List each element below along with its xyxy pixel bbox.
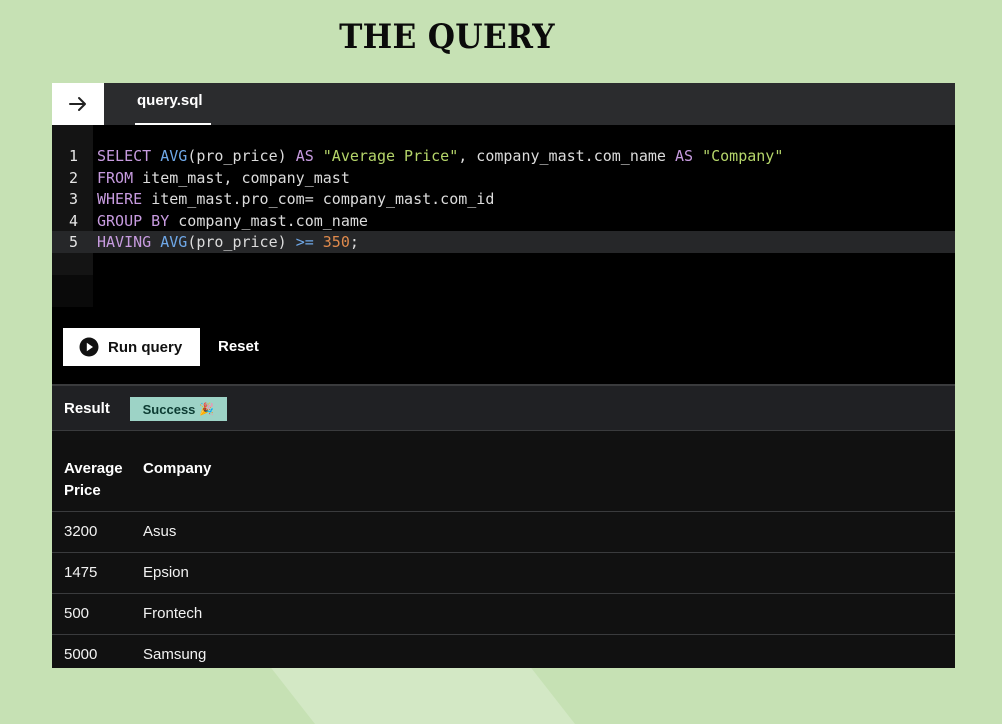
- cell-average-price: 3200: [64, 523, 98, 540]
- code-text: FROM item_mast, company_mast: [97, 167, 350, 189]
- code-token: WHERE: [97, 190, 152, 208]
- table-row: 3200 Asus: [52, 512, 955, 553]
- code-text: GROUP BY company_mast.com_name: [97, 210, 368, 232]
- code-token: "Average Price": [322, 147, 459, 165]
- cell-company: Epsion: [143, 564, 189, 581]
- code-token: (pro_price): [187, 233, 296, 251]
- cell-average-price: 1475: [64, 564, 98, 581]
- table-row: 500 Frontech: [52, 594, 955, 635]
- code-token: FROM: [97, 168, 143, 187]
- code-token: item_mast.pro_com= company_mast.com_id: [151, 190, 495, 208]
- line-number: 1: [68, 147, 78, 165]
- cell-average-price: 500: [64, 605, 90, 622]
- cell-company: Samsung: [143, 646, 207, 663]
- line-number: 2: [68, 168, 78, 187]
- code-text: HAVING AVG(pro_price) >= 350;: [97, 231, 359, 253]
- code-token: AVG: [160, 147, 188, 165]
- party-popper-icon: 🎉: [199, 402, 215, 416]
- run-query-button[interactable]: Run query: [63, 328, 200, 366]
- code-token: , company_mast.com_name: [458, 147, 675, 165]
- tab-query-sql[interactable]: query.sql: [135, 83, 211, 125]
- code-token: AS: [295, 147, 323, 165]
- code-editor[interactable]: 1 SELECT AVG(pro_price) AS "Average Price…: [52, 125, 955, 307]
- code-line[interactable]: 4 GROUP BY company_mast.com_name: [52, 210, 955, 232]
- table-header-row: Average Price Company: [52, 431, 955, 512]
- cell-average-price: 5000: [64, 646, 98, 663]
- success-badge: Success 🎉: [130, 397, 227, 421]
- result-header: Result Success 🎉: [52, 386, 955, 431]
- run-query-label: Run query: [108, 338, 183, 356]
- line-number: 4: [68, 211, 78, 230]
- code-token: SELECT: [97, 147, 161, 165]
- line-number: 3: [68, 190, 78, 208]
- sql-editor-panel: query.sql 1 SELECT AVG(pro_price) AS "Ave…: [52, 83, 955, 668]
- result-label: Result: [64, 400, 110, 417]
- play-circle-icon: [79, 337, 99, 357]
- code-token: HAVING: [97, 233, 161, 251]
- arrow-right-icon[interactable]: [52, 83, 104, 125]
- gutter-bottom: [52, 275, 93, 307]
- editor-tab-bar: query.sql: [52, 83, 955, 125]
- code-line[interactable]: 2 FROM item_mast, company_mast: [52, 167, 955, 189]
- column-header-average-price: Average Price: [64, 458, 123, 502]
- code-token: AVG: [160, 233, 188, 251]
- code-token: "Company": [702, 147, 784, 165]
- table-row: 1475 Epsion: [52, 553, 955, 594]
- cell-company: Frontech: [143, 605, 203, 622]
- column-header-line: Average: [64, 460, 123, 477]
- code-token: 350: [322, 233, 350, 251]
- query-controls: Run query Reset: [52, 307, 955, 386]
- column-header-line: Company: [143, 460, 212, 477]
- code-token: >=: [295, 233, 323, 251]
- code-text: WHERE item_mast.pro_com= company_mast.co…: [97, 188, 494, 210]
- code-token: AS: [675, 147, 703, 165]
- code-line[interactable]: 1 SELECT AVG(pro_price) AS "Average Price…: [52, 145, 955, 167]
- reset-button[interactable]: Reset: [218, 338, 259, 355]
- background-stripe: [264, 660, 576, 724]
- success-badge-text: Success: [142, 401, 196, 417]
- code-token: company_mast.com_name: [178, 211, 368, 230]
- table-row: 5000 Samsung: [52, 635, 955, 668]
- column-header-company: Company: [143, 458, 211, 480]
- line-number: 5: [68, 233, 78, 251]
- code-token: ;: [349, 233, 359, 251]
- code-line[interactable]: 3 WHERE item_mast.pro_com= company_mast.c…: [52, 188, 955, 210]
- code-line[interactable]: 5 HAVING AVG(pro_price) >= 350;: [52, 231, 955, 253]
- cell-company: Asus: [143, 523, 177, 540]
- tab-label: query.sql: [137, 92, 203, 109]
- code-token: item_mast, company_mast: [142, 168, 350, 187]
- code-text: SELECT AVG(pro_price) AS "Average Price"…: [97, 145, 783, 167]
- code-token: (pro_price): [187, 147, 296, 165]
- code-token: GROUP BY: [97, 211, 179, 230]
- page-title: THE QUERY: [339, 17, 555, 57]
- column-header-line: Price: [64, 482, 101, 499]
